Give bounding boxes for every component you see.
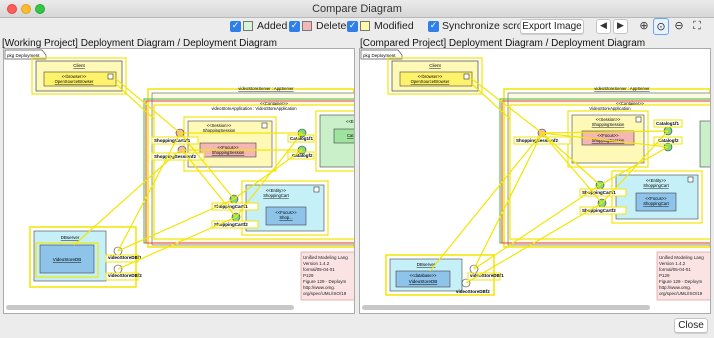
db-port2-label: videoStoreDBf2 <box>108 273 142 278</box>
catalog-stereotype: <<E <box>346 119 354 124</box>
client-label: Client <box>73 63 85 68</box>
entity-focus-name: Shop... <box>279 215 292 220</box>
window-title: Compare Diagram <box>312 3 402 15</box>
close-button[interactable]: Close <box>674 318 708 333</box>
browser-name: OpenSourceBrowser <box>55 79 94 84</box>
entity-name: ShoppingCart <box>643 183 669 188</box>
db-server-label: DBserver <box>61 235 80 240</box>
zoom-in-icon[interactable]: ⊕ <box>636 18 652 35</box>
app-server-label: videoStoreServer : AppServer <box>594 86 650 91</box>
working-diagram-canvas: pkg Deployment Client <<browser>> OpenSo… <box>4 49 354 301</box>
working-diagram-pane[interactable]: pkg Deployment Client <<browser>> OpenSo… <box>3 48 355 314</box>
catalog-name: Cat <box>347 133 354 138</box>
export-image-button[interactable]: Export Image <box>520 19 584 34</box>
right-horizontal-scrollbar[interactable] <box>362 305 650 310</box>
modified-label: Modified <box>374 20 414 32</box>
zoom-out-icon[interactable]: ⊖ <box>671 18 687 35</box>
sync-scroll-checkbox[interactable]: ✓ <box>428 21 439 32</box>
db-port2-label: videoStoreDBf2 <box>456 289 490 294</box>
db-component-stereotype: <<database>> <box>409 273 437 278</box>
db-component-name: VideoStoreDB <box>409 279 437 284</box>
zoom-fit-icon[interactable]: ⊙ <box>653 18 669 35</box>
db-port1-label: videoStoreDBf1 <box>108 255 142 260</box>
deleted-checkbox[interactable]: ✓ <box>289 21 300 32</box>
db-component-name: VideoStoreDB <box>53 257 81 262</box>
added-label: Added <box>257 20 288 32</box>
deleted-swatch <box>302 21 312 31</box>
added-checkbox[interactable]: ✓ <box>230 21 241 32</box>
focus-name: ShoppingSession <box>212 150 245 155</box>
left-horizontal-scrollbar[interactable] <box>6 305 294 310</box>
compared-diagram-pane[interactable]: pkg Deployment Client <<browser>> OpenSo… <box>359 48 711 314</box>
diagram-tab-label: pkg Deployment <box>7 53 40 58</box>
db-server-label: DBserver <box>417 262 436 267</box>
diagram-tab-label: pkg Deployment <box>363 53 396 58</box>
added-swatch <box>243 21 253 31</box>
app-server-label: videoStoreServer : AppServer <box>238 86 294 91</box>
modified-swatch <box>360 21 370 31</box>
toolbar: ✓ Added ✓ Deleted ✓ Modified ✓ Synchroni… <box>0 18 714 38</box>
title-bar: Compare Diagram <box>0 0 714 18</box>
container-name: videoStoreApplication : VideoStoreApplic… <box>211 106 297 111</box>
entity-name: ShoppingCart <box>263 193 289 198</box>
container-name: VideoStoreApplication <box>589 106 631 111</box>
port-catalog1-label: Catalog1f1 <box>290 136 314 141</box>
port-catalog1-label: Catalog1f1 <box>656 121 680 126</box>
entity-focus-name: ShoppingCart <box>643 201 669 206</box>
session-name: ShoppingSession <box>592 122 625 127</box>
modified-checkbox[interactable]: ✓ <box>347 21 358 32</box>
browser-name: OpenSourceBrowser <box>411 79 450 84</box>
compared-diagram-canvas: pkg Deployment Client <<browser>> OpenSo… <box>360 49 711 301</box>
session-name: ShoppingSession <box>203 128 236 133</box>
next-difference-icon[interactable]: ▶ <box>613 19 628 34</box>
fit-window-icon[interactable]: ⛶ <box>689 18 705 35</box>
compare-diagram-window: Compare Diagram ✓ Added ✓ Deleted ✓ Modi… <box>0 0 714 338</box>
catalog-entity-partial[interactable] <box>699 120 711 168</box>
sync-scroll-label: Synchronize scroll <box>442 20 528 32</box>
prev-difference-icon[interactable]: ◀ <box>596 19 611 34</box>
client-label: Client <box>429 63 441 68</box>
